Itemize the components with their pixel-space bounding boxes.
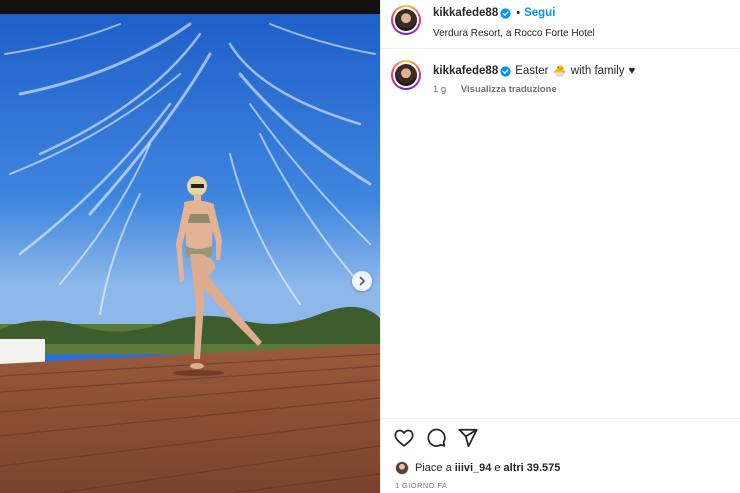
comment-icon[interactable] — [425, 427, 447, 449]
caption-text-start: Easter — [515, 65, 549, 77]
media-top-bar — [0, 0, 380, 14]
author-username[interactable]: kikkafede88 — [433, 7, 498, 19]
verified-badge-icon — [500, 65, 511, 77]
likes-prefix: Piace a — [415, 462, 452, 474]
post-timestamp[interactable]: 1 GIORNO FA — [395, 481, 447, 490]
caption-username[interactable]: kikkafede88 — [433, 65, 498, 77]
caption-age[interactable]: 1 g — [433, 84, 446, 95]
post-actions: Piace a iiivi_94 e altri 39.575 1 GIORNO… — [381, 418, 740, 493]
liker-avatar[interactable] — [395, 461, 409, 475]
chick-emoji-icon: 🐣 — [552, 66, 567, 78]
separator-dot: • — [516, 7, 521, 19]
photo-scene — [0, 14, 380, 493]
caption-text-end: with family — [570, 65, 625, 77]
heart-icon[interactable] — [393, 427, 415, 449]
author-avatar[interactable] — [391, 5, 421, 35]
caption: kikkafede88 Easter 🐣 with family ♥ — [433, 64, 635, 78]
translate-button[interactable]: Visualizza traduzione — [461, 84, 557, 95]
share-icon[interactable] — [457, 427, 479, 449]
post-header: kikkafede88 • Segui Verdura Resort, a Ro… — [381, 0, 740, 49]
caption-author-avatar[interactable] — [391, 60, 421, 90]
follow-button[interactable]: Segui — [524, 7, 555, 19]
likes-summary: Piace a iiivi_94 e altri 39.575 — [395, 461, 560, 475]
likes-count[interactable]: altri 39.575 — [504, 462, 561, 474]
caption-meta: 1 g Visualizza traduzione — [433, 84, 557, 95]
next-photo-button[interactable] — [352, 271, 372, 291]
likes-middle: e — [494, 462, 501, 474]
post-details-panel: kikkafede88 • Segui Verdura Resort, a Ro… — [380, 0, 740, 493]
chevron-right-icon — [359, 276, 365, 286]
heart-emoji-icon: ♥ — [628, 65, 636, 77]
verified-badge-icon — [500, 7, 511, 19]
post-photo[interactable] — [0, 14, 380, 493]
liker-username[interactable]: iiivi_94 — [455, 462, 492, 474]
post-location[interactable]: Verdura Resort, a Rocco Forte Hotel — [433, 28, 595, 39]
